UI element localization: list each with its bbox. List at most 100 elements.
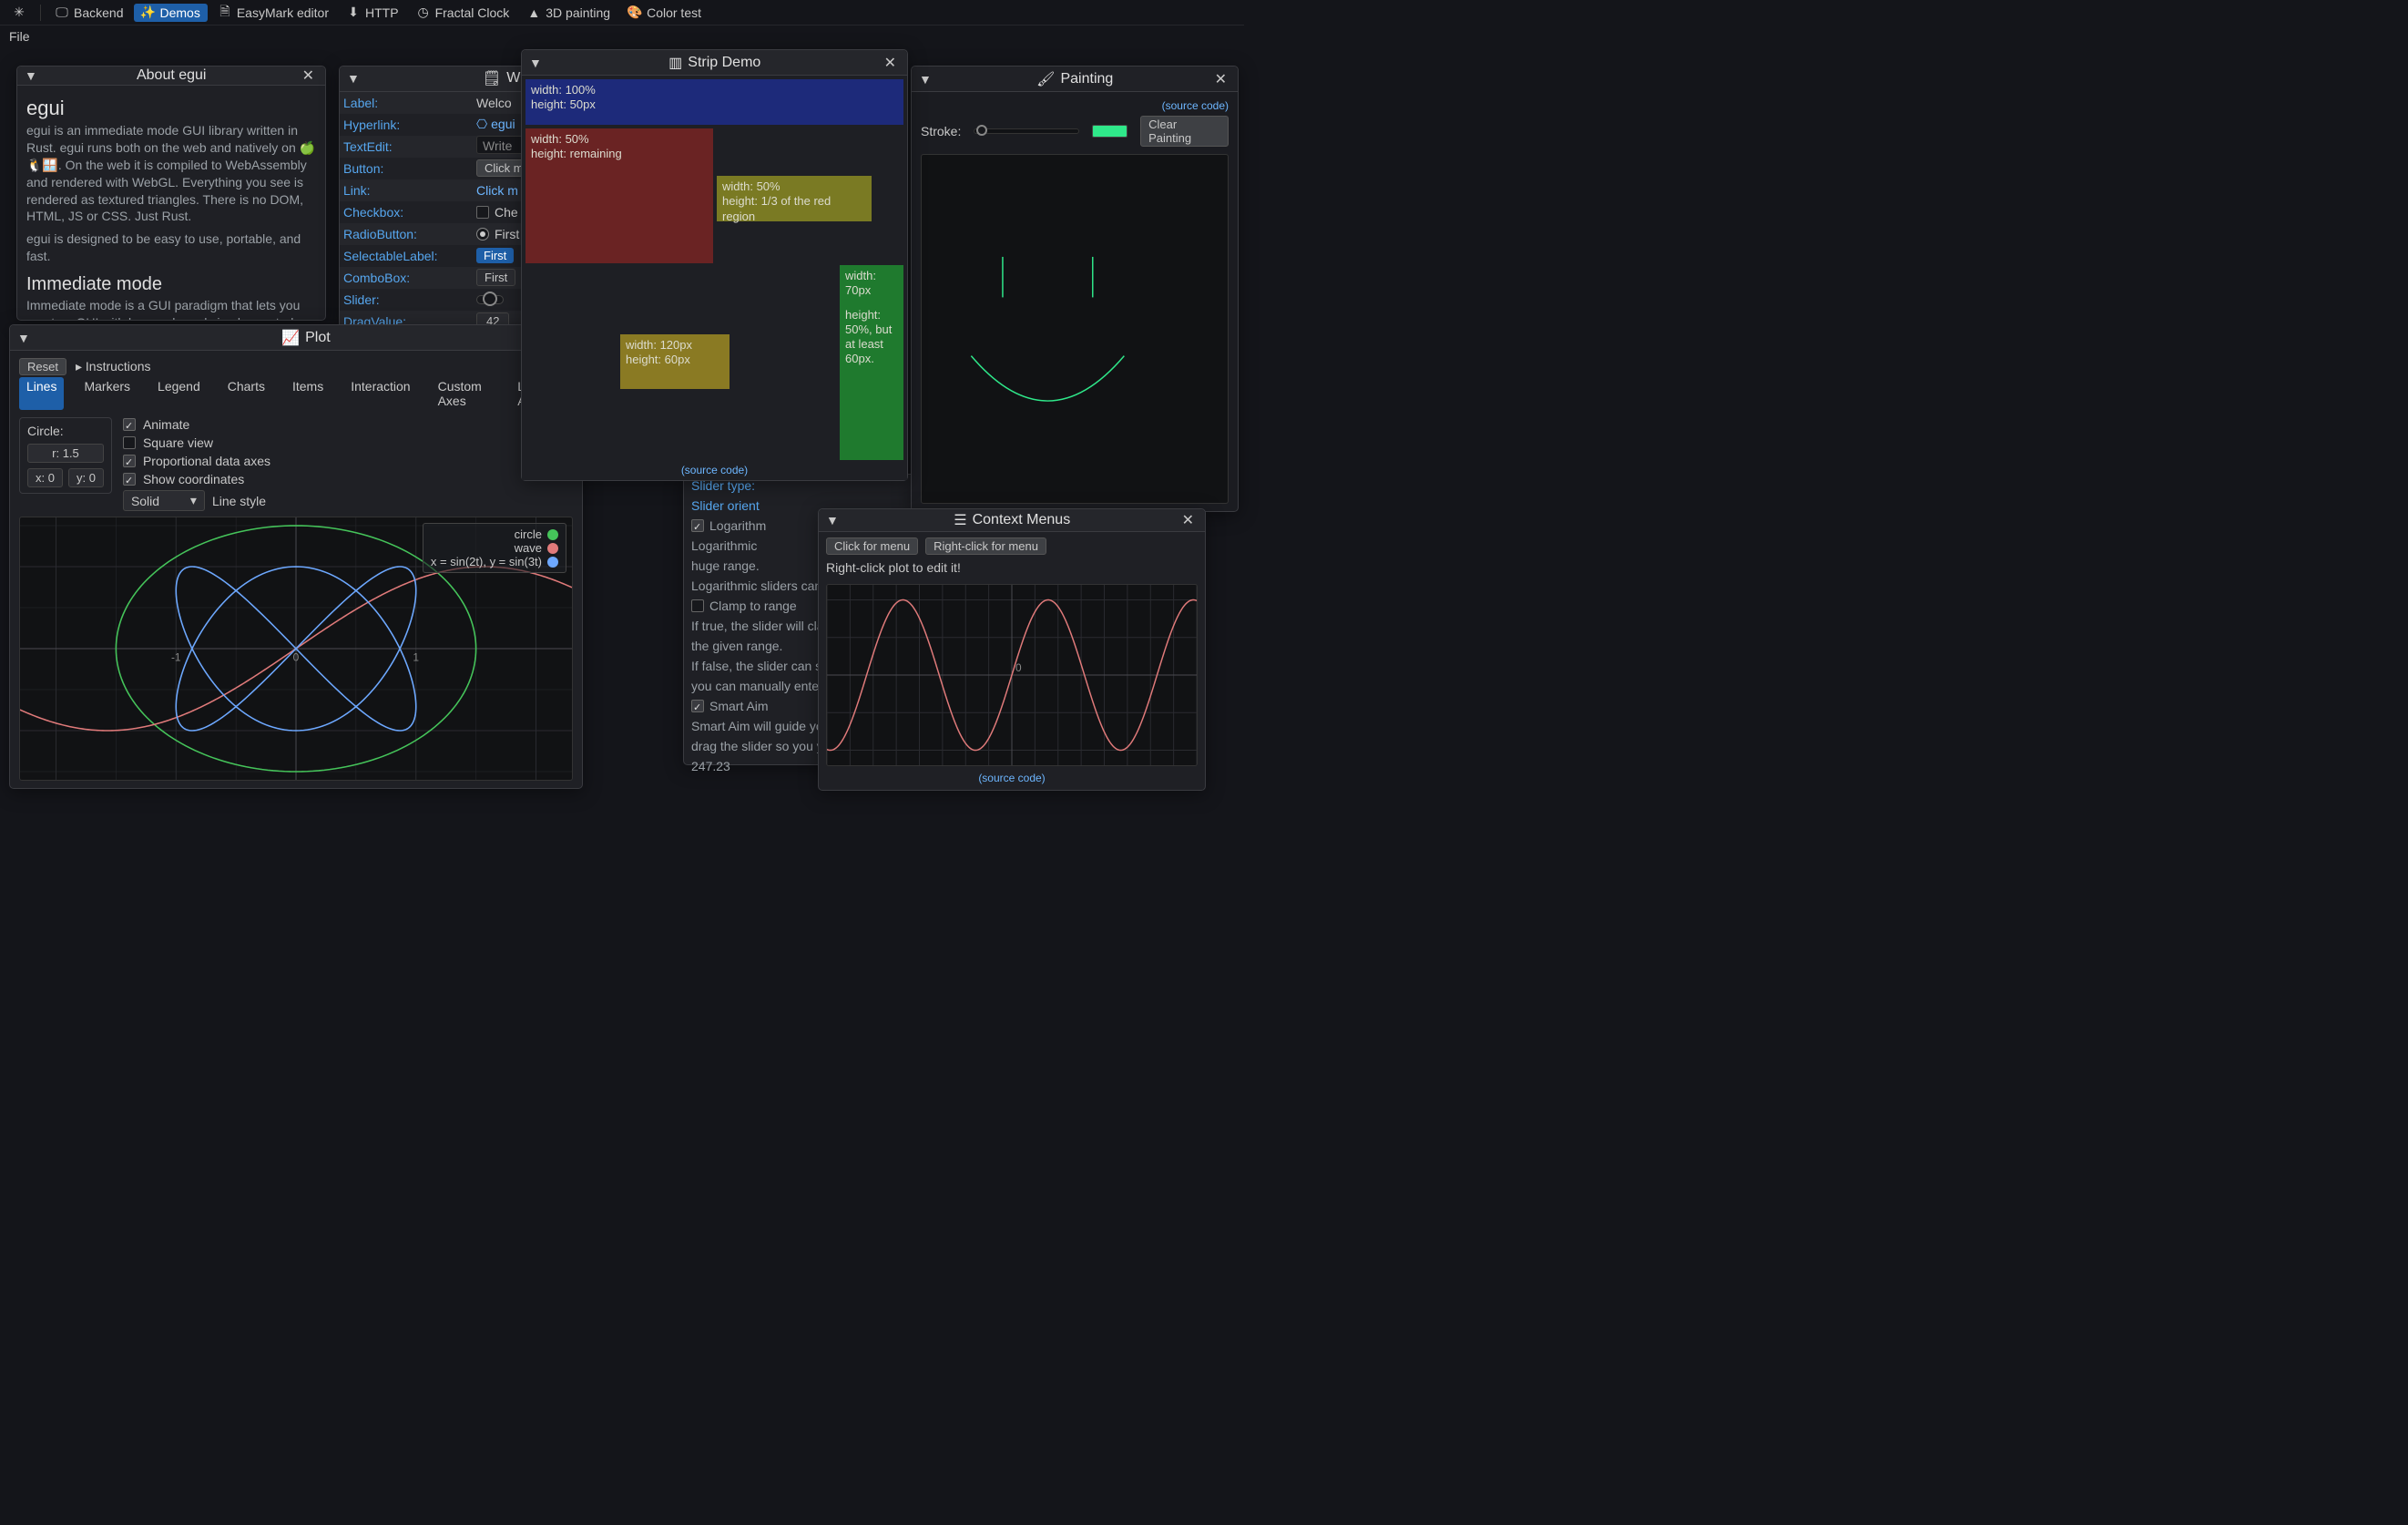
svg-text:1: 1 <box>413 652 419 664</box>
stroke-color-swatch[interactable] <box>1092 125 1127 138</box>
strip-body: width: 100% height: 50px width: 50% heig… <box>522 76 907 480</box>
tab-interaction[interactable]: Interaction <box>343 377 417 410</box>
clear-painting-button[interactable]: Clear Painting <box>1140 116 1229 147</box>
selectable-label[interactable]: First <box>476 248 514 263</box>
about-title: About egui <box>45 67 299 84</box>
plot-instructions[interactable]: ▸ Instructions <box>76 359 151 374</box>
brush-icon: 🖌 <box>1036 70 1055 88</box>
painting-toolbar: Stroke: Clear Painting <box>921 112 1229 154</box>
tab-customaxes[interactable]: Custom Axes <box>431 377 498 410</box>
slider-orient-label: Slider orient <box>691 498 760 513</box>
plot-titlebar[interactable]: ▼ 📈Plot <box>10 325 582 351</box>
plot-options: Circle: r: 1.5 x: 0 y: 0 Animate Square … <box>19 417 573 511</box>
toolbar-demos[interactable]: ✨Demos <box>134 4 207 22</box>
collapse-icon[interactable]: ▼ <box>826 513 839 527</box>
toolbar-colortest-label: Color test <box>647 5 701 20</box>
demo-radio[interactable] <box>476 228 489 241</box>
toolbar-http[interactable]: ⬇HTTP <box>340 4 406 22</box>
strip-box-line: width: 120px <box>626 338 724 353</box>
collapse-icon[interactable]: ▼ <box>347 71 360 86</box>
stroke-label: Stroke: <box>921 124 961 138</box>
circle-x-drag[interactable]: x: 0 <box>27 468 63 487</box>
plot-instructions-label: Instructions <box>86 359 151 374</box>
slider-smart-checkbox[interactable] <box>691 700 704 712</box>
collapse-icon[interactable]: ▼ <box>919 72 932 87</box>
row-name: Checkbox: <box>340 205 476 220</box>
ctx-svg: 0 <box>827 585 1197 765</box>
menu-file[interactable]: File <box>9 29 30 44</box>
demo-checkbox[interactable] <box>476 206 489 219</box>
triangle-icon: ▲ <box>527 6 540 19</box>
strip-source-link[interactable]: (source code) <box>522 464 907 476</box>
row-name: ComboBox: <box>340 271 476 285</box>
click-for-menu-button[interactable]: Click for menu <box>826 537 918 555</box>
painting-source-link[interactable]: (source code) <box>921 99 1229 112</box>
toolbar-easymark[interactable]: 🗎 EasyMark editor <box>211 4 336 22</box>
tab-legend[interactable]: Legend <box>150 377 208 410</box>
toolbar-colortest[interactable]: 🎨 Color test <box>621 4 709 22</box>
strip-titlebar[interactable]: ▼ ▥Strip Demo ✕ <box>522 50 907 76</box>
slider-smart-label: Smart Aim <box>709 699 769 713</box>
slider-clamp-checkbox[interactable] <box>691 599 704 612</box>
toolbar-3d[interactable]: ▲3D painting <box>520 4 617 22</box>
circle-options: Circle: r: 1.5 x: 0 y: 0 <box>19 417 112 494</box>
close-icon[interactable]: ✕ <box>299 67 318 85</box>
tab-markers[interactable]: Markers <box>77 377 138 410</box>
painting-canvas[interactable] <box>921 154 1229 504</box>
legend-dot <box>547 543 558 554</box>
ctx-plot-canvas[interactable]: 0 <box>826 584 1198 766</box>
collapse-icon[interactable]: ▼ <box>17 331 30 345</box>
close-icon[interactable]: ✕ <box>1211 70 1230 88</box>
plot-title-label: Plot <box>305 330 331 346</box>
painting-title-label: Painting <box>1060 71 1113 87</box>
context-menus-titlebar[interactable]: ▼ ☰Context Menus ✕ <box>819 509 1205 532</box>
tab-charts[interactable]: Charts <box>220 377 272 410</box>
animate-checkbox[interactable] <box>123 418 136 431</box>
palette-icon: 🎨 <box>628 6 641 19</box>
collapse-icon[interactable]: ▼ <box>529 56 542 70</box>
demo-slider[interactable] <box>476 295 504 304</box>
plot-canvas[interactable]: -101 circle wave x = sin(2t), y = sin(3t… <box>19 517 573 781</box>
tab-lines[interactable]: Lines <box>19 377 64 410</box>
painting-body: (source code) Stroke: Clear Painting <box>912 92 1238 511</box>
strip-box-line: height: 50%, but at least 60px. <box>845 308 898 367</box>
collapse-icon[interactable]: ▼ <box>25 68 37 83</box>
chevron-down-icon: ▾ <box>190 493 197 508</box>
linestyle-label: Line style <box>212 494 266 508</box>
circle-r-drag[interactable]: r: 1.5 <box>27 444 104 463</box>
context-menus-body: Click for menu Right-click for menu Righ… <box>819 532 1205 790</box>
plot-reset-button[interactable]: Reset <box>19 358 66 375</box>
stroke-width-slider[interactable] <box>974 128 1079 134</box>
square-checkbox[interactable] <box>123 436 136 449</box>
tab-items[interactable]: Items <box>285 377 331 410</box>
rightclick-for-menu-button[interactable]: Right-click for menu <box>925 537 1046 555</box>
strip-box-line: height: 50px <box>531 97 898 112</box>
close-icon[interactable]: ✕ <box>1178 511 1198 529</box>
circle-y-drag[interactable]: y: 0 <box>68 468 104 487</box>
linestyle-select[interactable]: Solid▾ <box>123 490 205 511</box>
showcoord-checkbox[interactable] <box>123 473 136 486</box>
strip-title: ▥Strip Demo <box>549 54 881 72</box>
about-titlebar[interactable]: ▼ About egui ✕ <box>17 67 325 86</box>
toolbar-easymark-label: EasyMark editor <box>237 5 329 20</box>
painting-titlebar[interactable]: ▼ 🖌 Painting ✕ <box>912 67 1238 92</box>
document-icon: 🗎 <box>219 6 231 19</box>
theme-toggle[interactable]: ✳ <box>5 5 33 21</box>
toolbar-fractal[interactable]: ◷Fractal Clock <box>410 4 517 22</box>
ctx-source-link[interactable]: (source code) <box>826 772 1198 784</box>
row-name: Hyperlink: <box>340 118 476 132</box>
strip-box-olive: width: 50% height: 1/3 of the red region <box>717 176 872 221</box>
about-p3-text: Immediate mode is a GUI paradigm that le… <box>26 298 300 320</box>
ctx-title-label: Context Menus <box>973 512 1071 528</box>
slider-log-checkbox[interactable] <box>691 519 704 532</box>
demo-combobox[interactable]: First <box>476 269 515 286</box>
strip-box-line: height: remaining <box>531 147 708 161</box>
proportional-checkbox[interactable] <box>123 455 136 467</box>
slider-thumb[interactable] <box>976 125 987 136</box>
slider-thumb[interactable] <box>483 292 497 306</box>
toolbar-backend[interactable]: 🖵Backend <box>48 4 130 22</box>
radio-label: First <box>495 227 519 241</box>
close-icon[interactable]: ✕ <box>881 54 900 72</box>
row-name: Button: <box>340 161 476 176</box>
ctx-button-row: Click for menu Right-click for menu <box>826 537 1198 555</box>
